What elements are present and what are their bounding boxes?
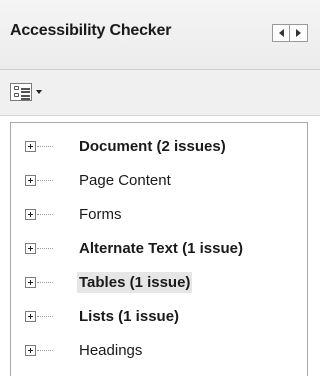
tree-connector — [37, 315, 53, 317]
tree-item-label: Tables (1 issue) — [77, 271, 193, 293]
tree-item-headings[interactable]: Headings — [11, 333, 307, 367]
caret-down-icon — [36, 90, 42, 94]
tree-item-label: Headings — [79, 341, 143, 359]
tree-item-label: Lists (1 issue) — [79, 307, 180, 325]
triangle-left-icon — [278, 29, 284, 37]
triangle-right-icon — [296, 29, 301, 37]
next-panel-button[interactable] — [290, 24, 308, 42]
prev-panel-button[interactable] — [272, 24, 290, 42]
options-list-icon — [10, 83, 32, 101]
panel-nav-buttons — [272, 24, 308, 42]
panel-title: Accessibility Checker — [10, 22, 172, 39]
expand-plus-icon[interactable] — [25, 344, 36, 356]
tree-item-page-content[interactable]: Page Content — [11, 163, 307, 197]
expand-plus-icon[interactable] — [25, 208, 36, 220]
tree-connector — [37, 179, 53, 181]
issues-tree: Document (2 issues) Page Content Forms A… — [10, 122, 308, 376]
accessibility-checker-panel: Accessibility Checker Document (2 issues… — [0, 0, 320, 376]
tree-item-label: Alternate Text (1 issue) — [79, 239, 243, 257]
tree-item-lists[interactable]: Lists (1 issue) — [11, 299, 307, 333]
panel-header: Accessibility Checker — [0, 0, 320, 70]
tree-connector — [37, 145, 53, 147]
expand-plus-icon[interactable] — [25, 174, 36, 186]
expand-plus-icon[interactable] — [25, 310, 36, 322]
tree-item-label: Page Content — [79, 171, 171, 189]
tree-item-label: Document (2 issues) — [79, 137, 226, 155]
tree-item-forms[interactable]: Forms — [11, 197, 307, 231]
tree-connector — [37, 349, 53, 351]
expand-plus-icon[interactable] — [25, 276, 36, 288]
panel-toolbar — [0, 70, 320, 116]
options-menu-button[interactable] — [10, 83, 42, 101]
tree-item-alternate-text[interactable]: Alternate Text (1 issue) — [11, 231, 307, 265]
tree-item-tables[interactable]: Tables (1 issue) — [11, 265, 307, 299]
tree-item-label: Forms — [79, 205, 122, 223]
tree-connector — [37, 213, 53, 215]
expand-plus-icon[interactable] — [25, 242, 36, 254]
tree-connector — [37, 247, 53, 249]
tree-connector — [37, 281, 53, 283]
tree-item-document[interactable]: Document (2 issues) — [11, 129, 307, 163]
expand-plus-icon[interactable] — [25, 140, 36, 152]
